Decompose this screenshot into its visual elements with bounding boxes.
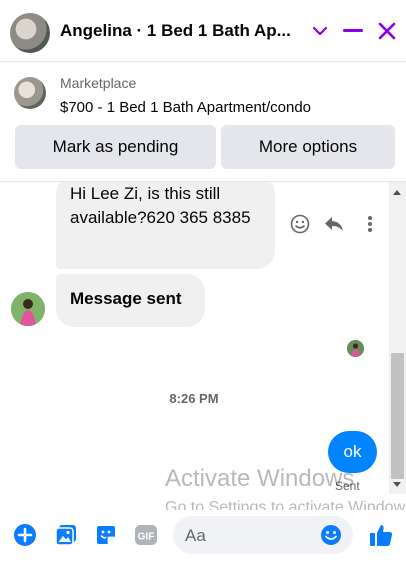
- emoji-icon[interactable]: [318, 522, 344, 548]
- listing-title[interactable]: $700 - 1 Bed 1 Bath Apartment/condo: [60, 99, 311, 116]
- incoming-message[interactable]: Message sent: [56, 274, 205, 327]
- sender-avatar[interactable]: [11, 292, 45, 326]
- more-actions-icon[interactable]: [358, 212, 382, 236]
- message-text: Message sent: [70, 289, 182, 308]
- message-input-placeholder: Aa: [185, 526, 206, 545]
- scroll-down-arrow-icon[interactable]: [393, 482, 401, 487]
- svg-text:GIF: GIF: [138, 532, 155, 543]
- message-text: ok: [343, 442, 362, 461]
- scroll-up-arrow-icon[interactable]: [393, 190, 401, 195]
- chat-header: Angelina · 1 Bed 1 Bath Ap...: [0, 0, 406, 62]
- message-thread[interactable]: Hi Lee Zi, is this still available?620 3…: [0, 182, 406, 494]
- outgoing-message[interactable]: ok: [328, 431, 377, 473]
- marketplace-panel: Marketplace $700 - 1 Bed 1 Bath Apartmen…: [0, 62, 406, 182]
- like-icon[interactable]: [368, 522, 394, 548]
- message-timestamp: 8:26 PM: [169, 391, 219, 406]
- gif-icon[interactable]: GIF: [133, 522, 159, 548]
- chevron-down-icon[interactable]: [307, 18, 333, 44]
- incoming-message[interactable]: Hi Lee Zi, is this still available?620 3…: [56, 182, 275, 269]
- react-emoji-icon[interactable]: [288, 212, 312, 236]
- message-input[interactable]: Aa: [173, 516, 353, 554]
- mark-as-pending-button[interactable]: Mark as pending: [15, 125, 216, 169]
- message-text: Hi Lee Zi, is this still available?620 3…: [70, 184, 251, 227]
- close-icon[interactable]: [374, 18, 400, 44]
- image-icon[interactable]: [53, 522, 79, 548]
- message-composer: GIF Aa: [0, 510, 406, 568]
- listing-thumbnail[interactable]: [14, 77, 46, 109]
- more-options-button[interactable]: More options: [221, 125, 395, 169]
- plus-circle-icon[interactable]: [12, 522, 38, 548]
- marketplace-label: Marketplace: [60, 75, 137, 91]
- scroll-thumb[interactable]: [391, 353, 404, 479]
- minimize-icon[interactable]: [340, 18, 366, 44]
- message-status: Sent: [335, 479, 360, 493]
- chat-title[interactable]: Angelina · 1 Bed 1 Bath Ap...: [60, 21, 291, 41]
- listing-avatar[interactable]: [10, 13, 50, 53]
- chat-scrollbar[interactable]: [389, 182, 406, 494]
- seen-avatar: [347, 340, 364, 357]
- sticker-icon[interactable]: [93, 522, 119, 548]
- reply-icon[interactable]: [322, 212, 346, 236]
